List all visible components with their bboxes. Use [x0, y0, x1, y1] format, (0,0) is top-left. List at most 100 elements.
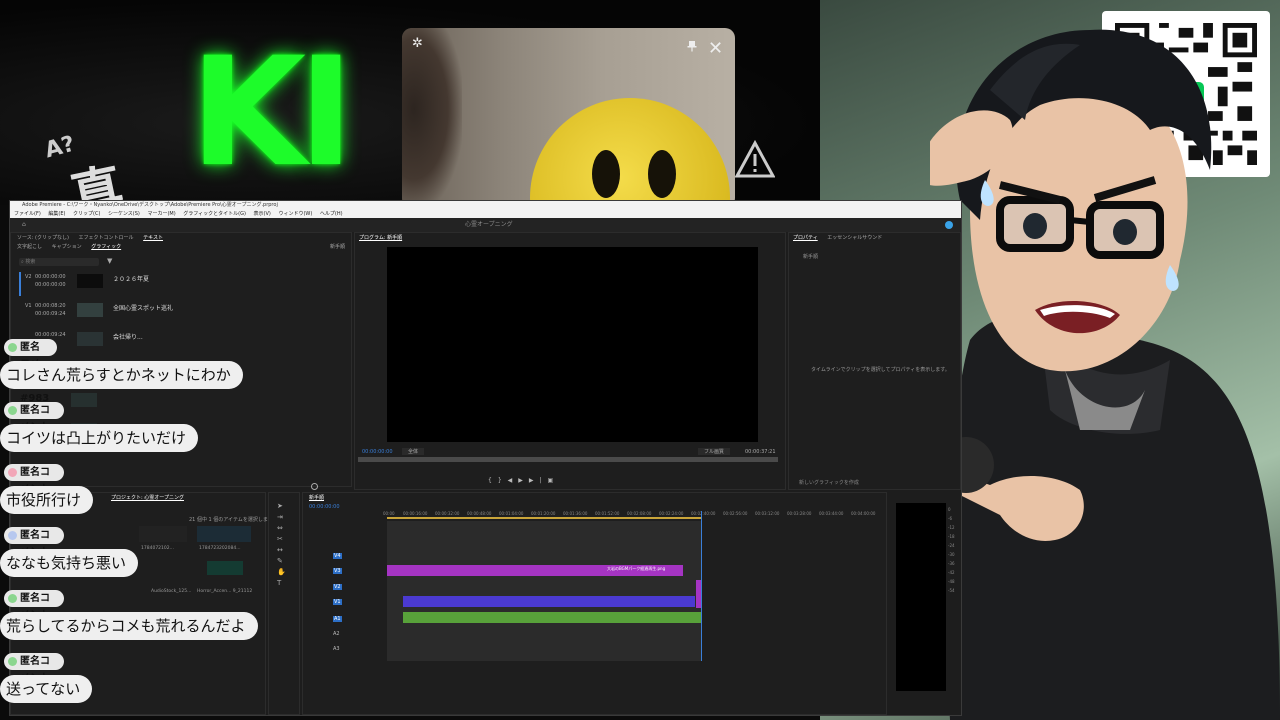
caption-row[interactable]: V1 00:00:08:20 00:00:09:24 全国心霊スポット巡礼: [19, 301, 349, 325]
caption-out: 00:00:09:24: [35, 311, 66, 317]
home-icon[interactable]: ⌂: [22, 218, 26, 232]
clip-v1[interactable]: [403, 596, 695, 607]
hand-tool-icon[interactable]: ✋: [277, 567, 286, 578]
menu-file[interactable]: ファイル(F): [14, 211, 41, 217]
subtab-graphics[interactable]: グラフィック: [91, 244, 121, 250]
caption-out: 00:00:00:00: [35, 282, 66, 288]
caption-row[interactable]: 00:00:09:24 会社帰り...: [19, 330, 349, 354]
close-icon[interactable]: ✕: [708, 38, 723, 59]
caption-track: V1: [25, 303, 32, 309]
quality-select[interactable]: フル画質: [698, 448, 731, 455]
tab-properties[interactable]: プロパティ: [793, 235, 818, 241]
razor-tool-icon[interactable]: ✂: [277, 534, 286, 545]
filter-icon[interactable]: ▼: [107, 257, 112, 265]
stream-title-logo: KI: [190, 26, 354, 200]
chat-username: 匿名コメント#1685: [4, 653, 65, 701]
pin-icon[interactable]: [686, 40, 698, 56]
meter-tick: -54: [948, 588, 955, 593]
clip-v3[interactable]: 大岩のBGMパーク経過再生.png: [387, 565, 683, 576]
tab-sequence[interactable]: 新手順: [309, 495, 324, 501]
mark-out-icon[interactable]: }: [498, 477, 508, 484]
menu-marker[interactable]: マーカー(M): [147, 211, 175, 217]
timeline-timecode[interactable]: 00:00:00:00: [309, 504, 340, 510]
new-graphic-button[interactable]: 新しいグラフィックを作成: [799, 479, 859, 486]
playhead[interactable]: [701, 511, 702, 661]
fit-select[interactable]: 全体: [402, 448, 425, 455]
audio-thumbnail[interactable]: [207, 561, 243, 575]
bin-item-name: 1784072102...: [141, 546, 174, 551]
track-v1[interactable]: V1: [333, 599, 342, 605]
zoom-handle[interactable]: [311, 483, 318, 490]
menu-sequence[interactable]: シーケンス(S): [108, 211, 140, 217]
window-titlebar: Adobe Premiere - C:\ワーク・Nyanko\OneDrive\…: [10, 201, 961, 210]
program-duration: 00:00:37:21: [745, 449, 776, 455]
track-v3[interactable]: V3: [333, 568, 342, 574]
clip-label: 大岩のBGMパーク経過再生.png: [607, 566, 666, 571]
tab-program[interactable]: プログラム: 新手順: [359, 235, 402, 241]
properties-hint: タイムラインでクリップを選択してプロパティを表示します。: [811, 367, 950, 373]
ripple-edit-icon[interactable]: ⇔: [277, 523, 286, 534]
clip-a1[interactable]: [403, 612, 701, 623]
meter-tick: -36: [948, 561, 955, 566]
pen-tool-icon[interactable]: ✎: [277, 556, 286, 567]
properties-sequence: 新手順: [803, 254, 819, 260]
sequence-label: 新手順: [329, 244, 345, 250]
ruler-tick: 00:01:52:00: [595, 511, 620, 516]
properties-panel: プロパティ エッセンシャルサウンド 新手順 タイムラインでクリップを選択してプロ…: [788, 232, 961, 490]
slip-tool-icon[interactable]: ↔: [277, 545, 286, 556]
menu-view[interactable]: 表示(V): [254, 211, 271, 217]
transport-controls[interactable]: {}◀▶▶|▣: [488, 477, 559, 484]
chat-username: 匿名コメント#1185: [4, 527, 65, 575]
program-viewer[interactable]: [387, 247, 758, 442]
caption-in: 00:00:00:00: [35, 274, 66, 280]
bin-thumbnail[interactable]: [197, 526, 251, 542]
export-frame-icon[interactable]: ▣: [548, 477, 560, 484]
tab-text[interactable]: テキスト: [143, 235, 163, 241]
play-icon[interactable]: ▶: [518, 477, 529, 484]
program-scrubber[interactable]: [358, 457, 778, 462]
selection-tool-icon[interactable]: ➤: [277, 501, 286, 512]
subtab-transcript[interactable]: 文字起こし: [17, 244, 42, 250]
caption-text: 全国心霊スポット巡礼: [113, 305, 174, 312]
ruler-tick: 00:01:04:00: [499, 511, 524, 516]
menu-graphics[interactable]: グラフィックとタイトル(G): [183, 211, 246, 217]
program-timecode[interactable]: 00:00:00:00: [362, 449, 393, 455]
mark-in-icon[interactable]: {: [488, 477, 498, 484]
track-v4[interactable]: V4: [333, 553, 342, 559]
menu-help[interactable]: ヘルプ(H): [320, 211, 343, 217]
project-name: 心霊オープニング: [465, 221, 513, 228]
tab-effect-controls[interactable]: エフェクトコントロール: [79, 235, 134, 241]
menu-edit[interactable]: 編集(E): [48, 211, 65, 217]
caption-row[interactable]: V2 00:00:00:00 00:00:00:00 ２０２６年夏: [19, 272, 349, 296]
ruler-tick: 00:01:36:00: [563, 511, 588, 516]
chat-avatar-dot: [8, 657, 17, 666]
chat-message: 送ってない: [0, 675, 93, 703]
gear-icon[interactable]: ✲: [412, 36, 423, 51]
meter-tick: 0: [948, 507, 951, 512]
chat-avatar-dot: [8, 531, 17, 540]
streamer-face: [402, 28, 462, 208]
timeline-panel[interactable]: 新手順 00:00:00:00 00:00 00:00:16:00 00:00:…: [302, 492, 887, 715]
ruler-tick: 00:04:00:00: [851, 511, 876, 516]
track-select-icon[interactable]: ⇥: [277, 512, 286, 523]
ruler-tick: 00:01:20:00: [531, 511, 556, 516]
type-tool-icon[interactable]: T: [277, 578, 286, 589]
track-v2[interactable]: V2: [333, 584, 342, 590]
subtab-captions[interactable]: キャプション: [52, 244, 82, 250]
menu-clip[interactable]: クリップ(C): [73, 211, 100, 217]
account-icon[interactable]: [945, 221, 953, 229]
chat-username: 匿名コメント#983: [4, 339, 58, 404]
bin-thumbnail[interactable]: [139, 526, 187, 542]
menu-window[interactable]: ウィンドウ(W): [278, 211, 312, 217]
chat-message: ななも気持ち悪い: [0, 549, 139, 577]
track-a1[interactable]: A1: [333, 616, 342, 622]
work-area-bar[interactable]: [387, 517, 701, 519]
tab-essential-sound[interactable]: エッセンシャルサウンド: [827, 235, 882, 241]
tab-source[interactable]: ソース: (クリップなし): [17, 235, 69, 241]
step-back-icon[interactable]: ◀: [508, 477, 519, 484]
search-input[interactable]: ⌕ 検索: [19, 258, 99, 266]
tab-project[interactable]: プロジェクト: 心霊オープニング: [111, 495, 184, 501]
step-forward-icon[interactable]: ▶|: [529, 477, 548, 484]
track-a3[interactable]: A3: [333, 646, 340, 652]
track-a2[interactable]: A2: [333, 631, 340, 637]
